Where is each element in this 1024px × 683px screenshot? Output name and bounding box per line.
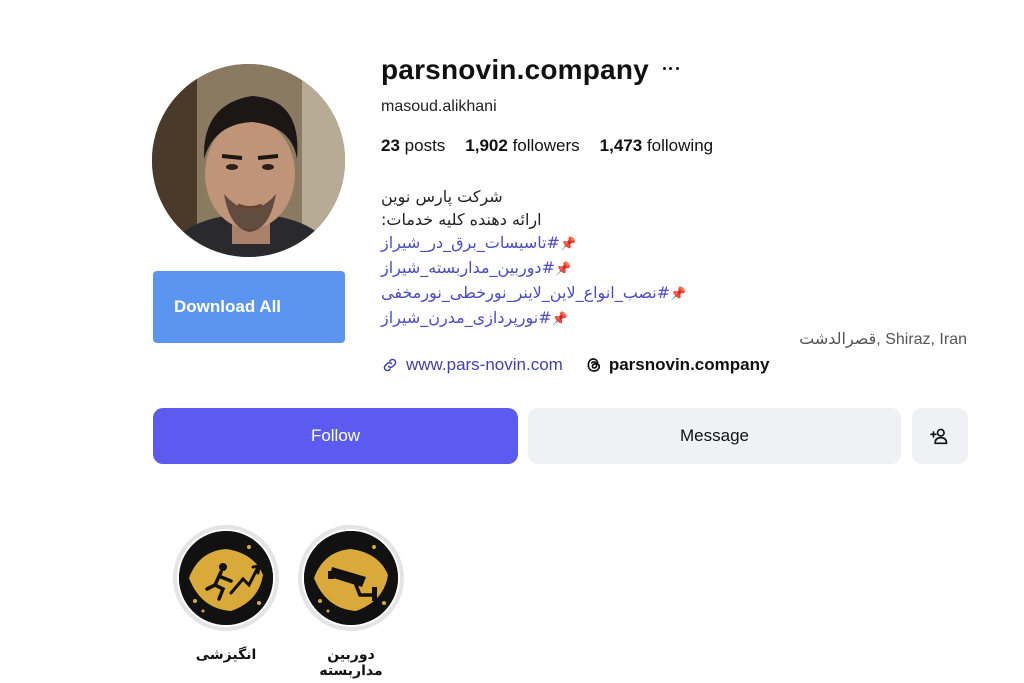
threads-icon xyxy=(587,358,600,372)
highlight-label: انگیزشی xyxy=(195,647,257,663)
followers-stat[interactable]: 1,902 followers xyxy=(465,136,579,156)
cctv-camera-icon xyxy=(304,531,398,625)
username-row: parsnovin.company xyxy=(381,54,679,86)
hashtag-link[interactable]: #تاسیسات_برق_در_شیراز xyxy=(381,233,560,252)
hashtag-link[interactable]: #نورپردازی_مدرن_شیراز xyxy=(381,308,552,327)
profile-location: قصرالدشت, Shiraz, Iran xyxy=(799,331,967,348)
highlight-label: دوربین مداربسته xyxy=(319,647,383,679)
story-highlight[interactable]: دوربین مداربسته xyxy=(296,525,406,679)
following-label: following xyxy=(646,136,714,155)
posts-count: 23 xyxy=(381,136,400,155)
followers-count: 1,902 xyxy=(465,136,508,155)
message-button[interactable]: Message xyxy=(528,408,901,464)
threads-link[interactable]: parsnovin.company xyxy=(585,355,770,375)
profile-full-name: masoud.alikhani xyxy=(381,98,497,115)
add-person-icon xyxy=(930,428,948,445)
profile-stats: 23 posts 1,902 followers 1,473 following xyxy=(381,136,733,156)
hashtag-link[interactable]: #دوربین_مداربسته_شیراز xyxy=(381,258,555,277)
pushpin-icon: 📌 xyxy=(670,287,687,302)
threads-handle: parsnovin.company xyxy=(608,355,770,374)
posts-label: posts xyxy=(404,136,446,155)
more-options-icon[interactable] xyxy=(662,65,679,71)
following-count: 1,473 xyxy=(599,136,643,155)
download-all-label: Download All xyxy=(174,297,282,316)
profile-avatar[interactable] xyxy=(152,64,345,257)
highlight-ring xyxy=(298,525,404,631)
posts-stat: 23 posts xyxy=(381,136,445,156)
suggest-people-button[interactable] xyxy=(912,408,968,464)
message-label: Message xyxy=(680,426,749,445)
followers-label: followers xyxy=(512,136,580,155)
profile-bio: شرکت پارس نوین ارائه دهنده کلیه خدمات: 📌… xyxy=(381,185,711,331)
pushpin-icon: 📌 xyxy=(559,237,577,252)
bio-services-intro: ارائه دهنده کلیه خدمات: xyxy=(381,210,542,229)
follow-button[interactable]: Follow xyxy=(153,408,518,464)
website-link[interactable]: www.pars-novin.com xyxy=(381,355,563,375)
follow-label: Follow xyxy=(310,426,361,445)
profile-links: www.pars-novin.com parsnovin.company xyxy=(381,355,769,375)
pushpin-icon: 📌 xyxy=(551,312,568,327)
bio-company-name: شرکت پارس نوین xyxy=(381,187,503,206)
website-url: www.pars-novin.com xyxy=(406,355,563,374)
following-stat[interactable]: 1,473 following xyxy=(600,136,713,156)
download-all-button[interactable]: Download All xyxy=(153,271,345,343)
highlight-cover xyxy=(179,531,273,625)
link-icon xyxy=(383,358,397,372)
avatar-photo xyxy=(152,64,345,257)
story-highlight[interactable]: انگیزشی xyxy=(171,525,281,663)
hashtag-link[interactable]: #نصب_انواع_لاین_لاینر_نورخطی_نورمخفی xyxy=(381,283,670,302)
profile-username: parsnovin.company xyxy=(381,54,649,85)
running-man-icon xyxy=(179,531,273,625)
highlight-cover xyxy=(304,531,398,625)
highlight-ring xyxy=(173,525,279,631)
pushpin-icon: 📌 xyxy=(554,262,572,277)
